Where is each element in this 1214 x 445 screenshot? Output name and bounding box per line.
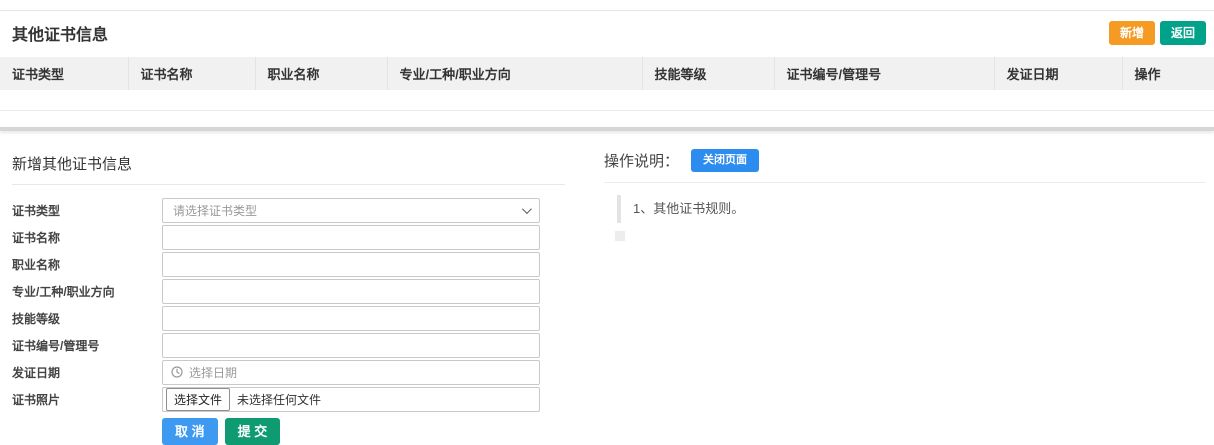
form-row-cert-photo: 证书照片 选择文件 未选择任何文件: [12, 386, 565, 413]
instruction-item: 1、其他证书规则。: [604, 195, 1206, 223]
cancel-button[interactable]: 取 消: [162, 418, 218, 445]
add-certificate-panel: 新增其他证书信息 证书类型 请选择证书类型 证书名称 职业名称 专业/工种/职业…: [0, 131, 565, 445]
instruction-text: 1、其他证书规则。: [633, 195, 744, 223]
instructions-title: 操作说明：: [604, 150, 679, 171]
list-header: 其他证书信息 新增 返回: [0, 11, 1214, 57]
cert-type-select[interactable]: 请选择证书类型: [162, 198, 540, 223]
form-row-cert-type: 证书类型 请选择证书类型: [12, 197, 565, 224]
issue-date-label: 发证日期: [12, 364, 162, 381]
top-strip: [0, 0, 1214, 11]
col-cert-number: 证书编号/管理号: [774, 57, 994, 90]
cert-name-input[interactable]: [162, 225, 540, 250]
skill-level-input[interactable]: [162, 306, 540, 331]
skill-level-label: 技能等级: [12, 310, 162, 327]
form-actions: 取 消 提 交: [162, 418, 565, 445]
col-issue-date: 发证日期: [994, 57, 1122, 90]
page-title: 其他证书信息: [12, 21, 108, 45]
specialty-label: 专业/工种/职业方向: [12, 283, 162, 300]
issue-date-placeholder: 选择日期: [189, 364, 237, 381]
form-row-specialty: 专业/工种/职业方向: [12, 278, 565, 305]
form-row-cert-name: 证书名称: [12, 224, 565, 251]
cert-photo-file-input[interactable]: 选择文件 未选择任何文件: [162, 387, 540, 412]
cert-number-label: 证书编号/管理号: [12, 337, 162, 354]
col-specialty: 专业/工种/职业方向: [387, 57, 642, 90]
form-row-occupation-name: 职业名称: [12, 251, 565, 278]
add-button[interactable]: 新增: [1109, 21, 1155, 45]
add-certificate-form: 证书类型 请选择证书类型 证书名称 职业名称 专业/工种/职业方向 技能等级: [12, 197, 565, 445]
form-row-skill-level: 技能等级: [12, 305, 565, 332]
col-skill-level: 技能等级: [642, 57, 774, 90]
table-header-row: 证书类型 证书名称 职业名称 专业/工种/职业方向 技能等级 证书编号/管理号 …: [0, 57, 1214, 90]
instructions-panel: 操作说明： 关闭页面 1、其他证书规则。: [600, 131, 1214, 241]
main-content: 新增其他证书信息 证书类型 请选择证书类型 证书名称 职业名称 专业/工种/职业…: [0, 131, 1214, 445]
back-button[interactable]: 返回: [1160, 21, 1206, 45]
col-occupation-name: 职业名称: [255, 57, 387, 90]
chevron-down-icon: [522, 204, 532, 214]
form-row-cert-number: 证书编号/管理号: [12, 332, 565, 359]
instruction-accent-bar: [617, 195, 621, 223]
cert-type-label: 证书类型: [12, 202, 162, 219]
form-row-issue-date: 发证日期 选择日期: [12, 359, 565, 386]
toolbar: 新增 返回: [1109, 21, 1206, 45]
cert-number-input[interactable]: [162, 333, 540, 358]
choose-file-button[interactable]: 选择文件: [166, 388, 230, 411]
occupation-name-label: 职业名称: [12, 256, 162, 273]
instructions-header: 操作说明： 关闭页面: [604, 131, 1206, 183]
decoration-square: [615, 231, 625, 241]
col-cert-name: 证书名称: [128, 57, 255, 90]
clock-icon: [171, 366, 183, 378]
occupation-name-input[interactable]: [162, 252, 540, 277]
close-page-button[interactable]: 关闭页面: [691, 149, 759, 172]
cert-name-label: 证书名称: [12, 229, 162, 246]
certificates-table: 证书类型 证书名称 职业名称 专业/工种/职业方向 技能等级 证书编号/管理号 …: [0, 57, 1214, 111]
col-actions: 操作: [1122, 57, 1214, 90]
specialty-input[interactable]: [162, 279, 540, 304]
submit-button[interactable]: 提 交: [225, 418, 281, 445]
cert-type-placeholder: 请选择证书类型: [173, 202, 257, 219]
table-row-empty: [0, 90, 1214, 110]
col-cert-type: 证书类型: [0, 57, 128, 90]
file-status-text: 未选择任何文件: [237, 391, 321, 408]
issue-date-picker[interactable]: 选择日期: [162, 360, 540, 385]
form-title: 新增其他证书信息: [12, 131, 565, 185]
cert-photo-label: 证书照片: [12, 391, 162, 408]
